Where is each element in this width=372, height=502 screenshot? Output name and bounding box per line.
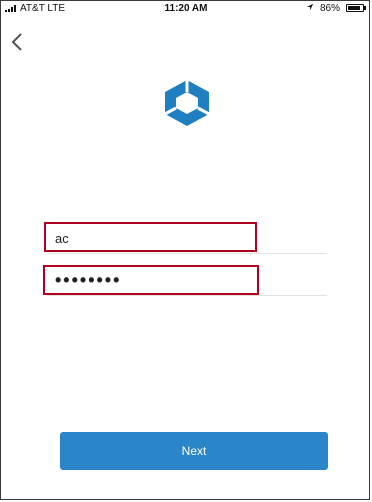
- battery-tip: [364, 6, 366, 10]
- password-field[interactable]: [47, 266, 327, 296]
- hexagon-logo-icon: [164, 80, 210, 126]
- username-field[interactable]: [47, 224, 327, 254]
- status-bar: AT&T LTE 11:20 AM 86%: [0, 0, 372, 18]
- username-input[interactable]: [47, 224, 327, 253]
- battery-percent: 86%: [320, 3, 341, 14]
- battery-icon: [346, 4, 364, 12]
- back-button[interactable]: [8, 30, 28, 54]
- location-arrow-icon: [306, 3, 314, 14]
- chevron-left-icon: [11, 33, 22, 51]
- next-button[interactable]: Next: [60, 432, 328, 470]
- password-input[interactable]: [47, 266, 327, 295]
- clock-time: 11:20 AM: [164, 3, 208, 14]
- app-logo: [160, 78, 214, 128]
